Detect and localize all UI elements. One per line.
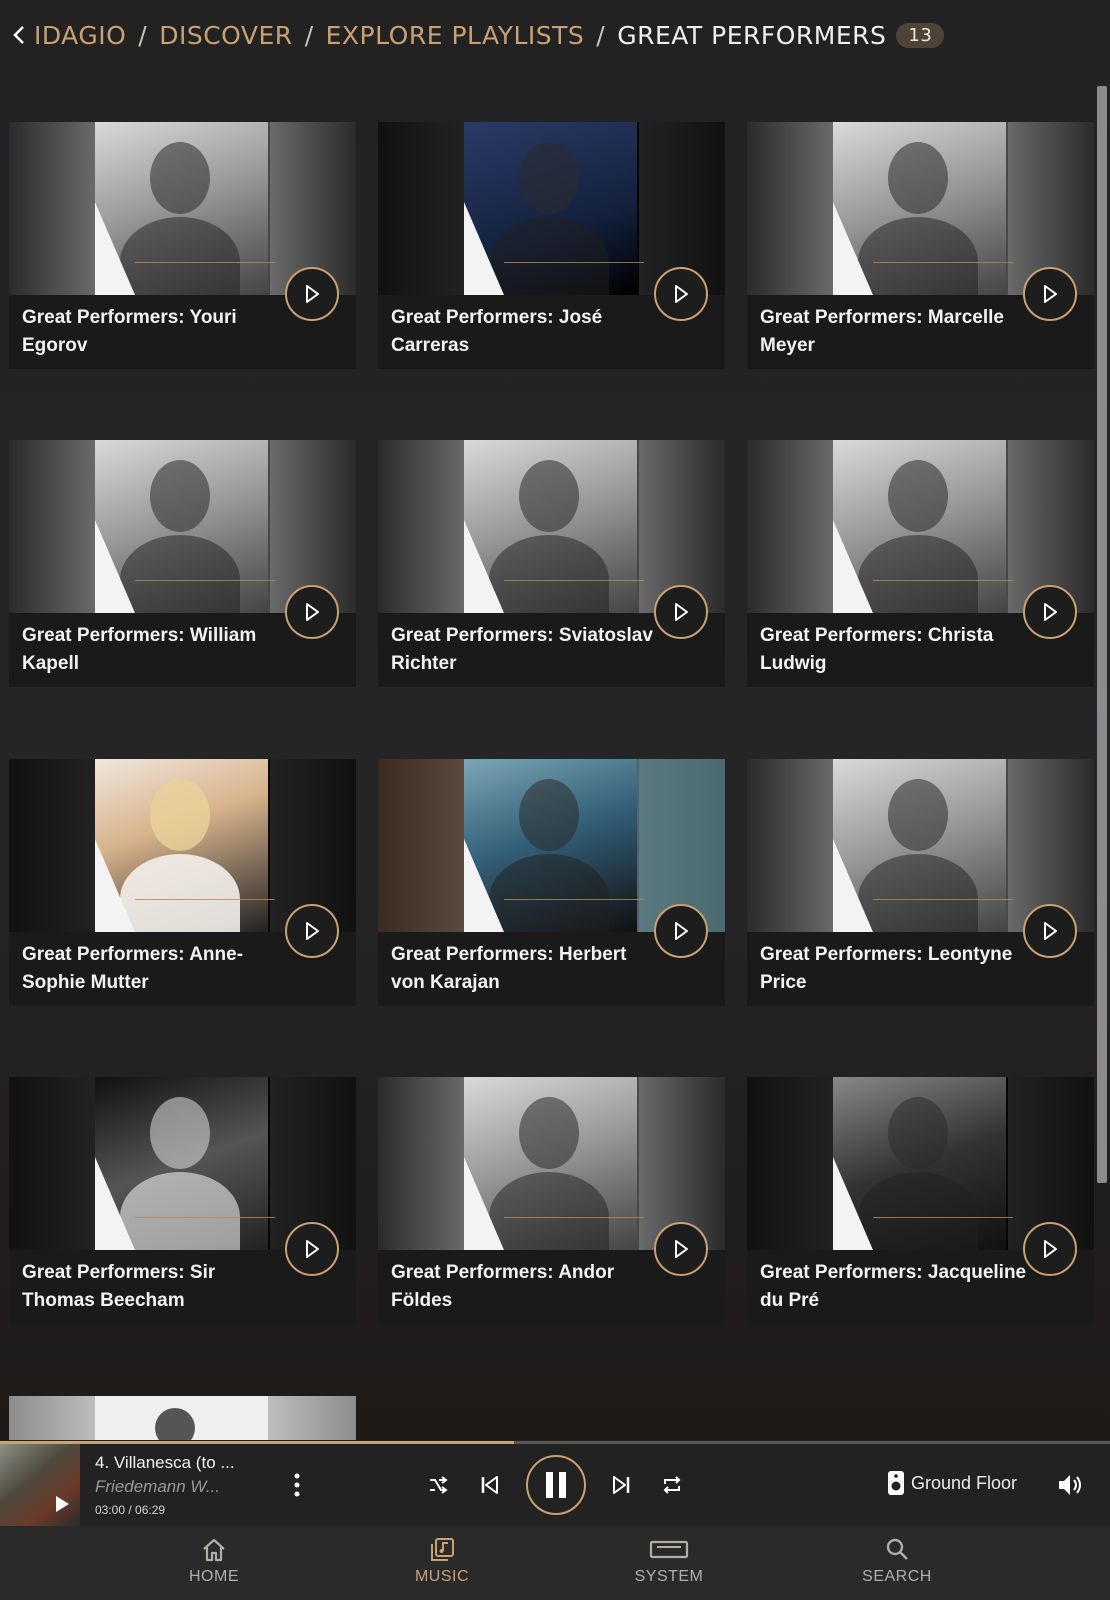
room-selector[interactable]: Ground Floor	[887, 1470, 1017, 1496]
play-button[interactable]	[1023, 585, 1077, 639]
back-chevron-icon[interactable]	[12, 20, 34, 50]
nav-system-label: SYSTEM	[634, 1568, 704, 1585]
nav-search[interactable]: SEARCH	[837, 1536, 957, 1586]
bottom-navigation: HOME MUSIC SYSTEM SEARCH	[0, 1526, 1110, 1600]
nav-music[interactable]: MUSIC	[382, 1536, 502, 1586]
play-overlay-icon	[56, 1496, 69, 1512]
playlist-card-partial[interactable]	[9, 1396, 356, 1440]
playlist-card[interactable]: Great Performers: Sviatoslav Richter	[378, 440, 725, 687]
playlist-title: Great Performers: Leontyne Price	[760, 944, 1013, 993]
play-button[interactable]	[285, 904, 339, 958]
shuffle-icon[interactable]	[421, 1468, 455, 1502]
nav-system[interactable]: SYSTEM	[609, 1536, 729, 1586]
play-button[interactable]	[1023, 267, 1077, 321]
playlist-card[interactable]: Great Performers: William Kapell	[9, 440, 356, 687]
album-art[interactable]	[0, 1444, 80, 1526]
nav-music-label: MUSIC	[414, 1568, 470, 1585]
playlist-card[interactable]: Great Performers: José Carreras	[378, 122, 725, 369]
room-name: Ground Floor	[911, 1472, 1018, 1493]
play-icon	[1044, 603, 1057, 621]
next-track-icon[interactable]	[604, 1468, 638, 1502]
nav-home[interactable]: HOME	[154, 1536, 274, 1586]
track-title[interactable]: 4. Villanesca (to ...	[95, 1453, 235, 1473]
breadcrumb-separator: /	[304, 20, 314, 50]
playlist-title: Great Performers: Anne-Sophie Mutter	[22, 944, 244, 993]
play-icon	[306, 922, 319, 940]
play-icon	[675, 603, 688, 621]
playlist-card[interactable]: Great Performers: Leontyne Price	[747, 759, 1094, 1006]
previous-track-icon[interactable]	[473, 1468, 507, 1502]
home-icon	[203, 1538, 225, 1562]
nav-search-label: SEARCH	[862, 1568, 932, 1585]
playlist-title: Great Performers: Jacqueline du Pré	[760, 1262, 1027, 1311]
playlist-title: Great Performers: Andor Földes	[391, 1262, 615, 1311]
search-icon	[886, 1538, 908, 1560]
pause-button[interactable]	[526, 1455, 586, 1515]
playlist-title: Great Performers: Sviatoslav Richter	[391, 625, 653, 674]
play-button[interactable]	[1023, 904, 1077, 958]
playlist-card[interactable]: Great Performers: Youri Egorov	[9, 122, 356, 369]
track-artist[interactable]: Friedemann W...	[95, 1477, 220, 1497]
playlist-title: Great Performers: Christa Ludwig	[760, 625, 994, 674]
play-button[interactable]	[285, 267, 339, 321]
play-icon	[675, 922, 688, 940]
playlist-card[interactable]: Great Performers: Sir Thomas Beecham	[9, 1077, 356, 1324]
playlist-card[interactable]: Great Performers: Andor Földes	[378, 1077, 725, 1324]
system-icon	[649, 1540, 689, 1559]
playlist-title: Great Performers: Marcelle Meyer	[760, 307, 1004, 356]
volume-icon[interactable]	[1055, 1470, 1085, 1500]
playlist-count-badge: 13	[896, 22, 945, 48]
playlist-card[interactable]: Great Performers: Marcelle Meyer	[747, 122, 1094, 369]
play-button[interactable]	[654, 585, 708, 639]
play-button[interactable]	[654, 1222, 708, 1276]
play-button[interactable]	[285, 1222, 339, 1276]
playlist-title: Great Performers: Sir Thomas Beecham	[22, 1262, 216, 1311]
play-icon	[306, 603, 319, 621]
mini-player: 4. Villanesca (to ... Friedemann W... 03…	[0, 1444, 1110, 1526]
play-icon	[306, 1240, 319, 1258]
play-button[interactable]	[654, 904, 708, 958]
playlist-card[interactable]: Great Performers: Anne-Sophie Mutter	[9, 759, 356, 1006]
play-icon	[675, 1240, 688, 1258]
breadcrumb-idagio[interactable]: IDAGIO	[34, 21, 126, 50]
playlist-title: Great Performers: Herbert von Karajan	[391, 944, 627, 993]
page-title: GREAT PERFORMERS	[617, 20, 887, 50]
repeat-icon[interactable]	[655, 1468, 689, 1502]
scrollbar[interactable]	[1097, 86, 1107, 1183]
play-icon	[675, 285, 688, 303]
breadcrumb-separator: /	[596, 20, 606, 50]
playlist-card[interactable]: Great Performers: Jacqueline du Pré	[747, 1077, 1094, 1324]
playlist-title: Great Performers: William Kapell	[22, 625, 257, 674]
breadcrumb: IDAGIO / DISCOVER / EXPLORE PLAYLISTS / …	[0, 0, 1110, 70]
breadcrumb-separator: /	[138, 20, 148, 50]
playlist-title: Great Performers: Youri Egorov	[22, 307, 237, 356]
play-button[interactable]	[654, 267, 708, 321]
pause-icon	[546, 1472, 566, 1498]
more-options-icon[interactable]	[289, 1470, 305, 1500]
play-button[interactable]	[285, 585, 339, 639]
nav-home-label: HOME	[189, 1568, 239, 1585]
play-icon	[306, 285, 319, 303]
play-icon	[1044, 1240, 1057, 1258]
speaker-icon	[888, 1471, 904, 1495]
playlist-card[interactable]: Great Performers: Herbert von Karajan	[378, 759, 725, 1006]
breadcrumb-explore-playlists[interactable]: EXPLORE PLAYLISTS	[326, 21, 585, 50]
music-library-icon	[431, 1538, 454, 1561]
playlist-title: Great Performers: José Carreras	[391, 307, 603, 356]
play-button[interactable]	[1023, 1222, 1077, 1276]
breadcrumb-discover[interactable]: DISCOVER	[159, 21, 292, 50]
playlist-card[interactable]: Great Performers: Christa Ludwig	[747, 440, 1094, 687]
play-icon	[1044, 285, 1057, 303]
play-icon	[1044, 922, 1057, 940]
track-time: 03:00 / 06:29	[95, 1503, 166, 1517]
